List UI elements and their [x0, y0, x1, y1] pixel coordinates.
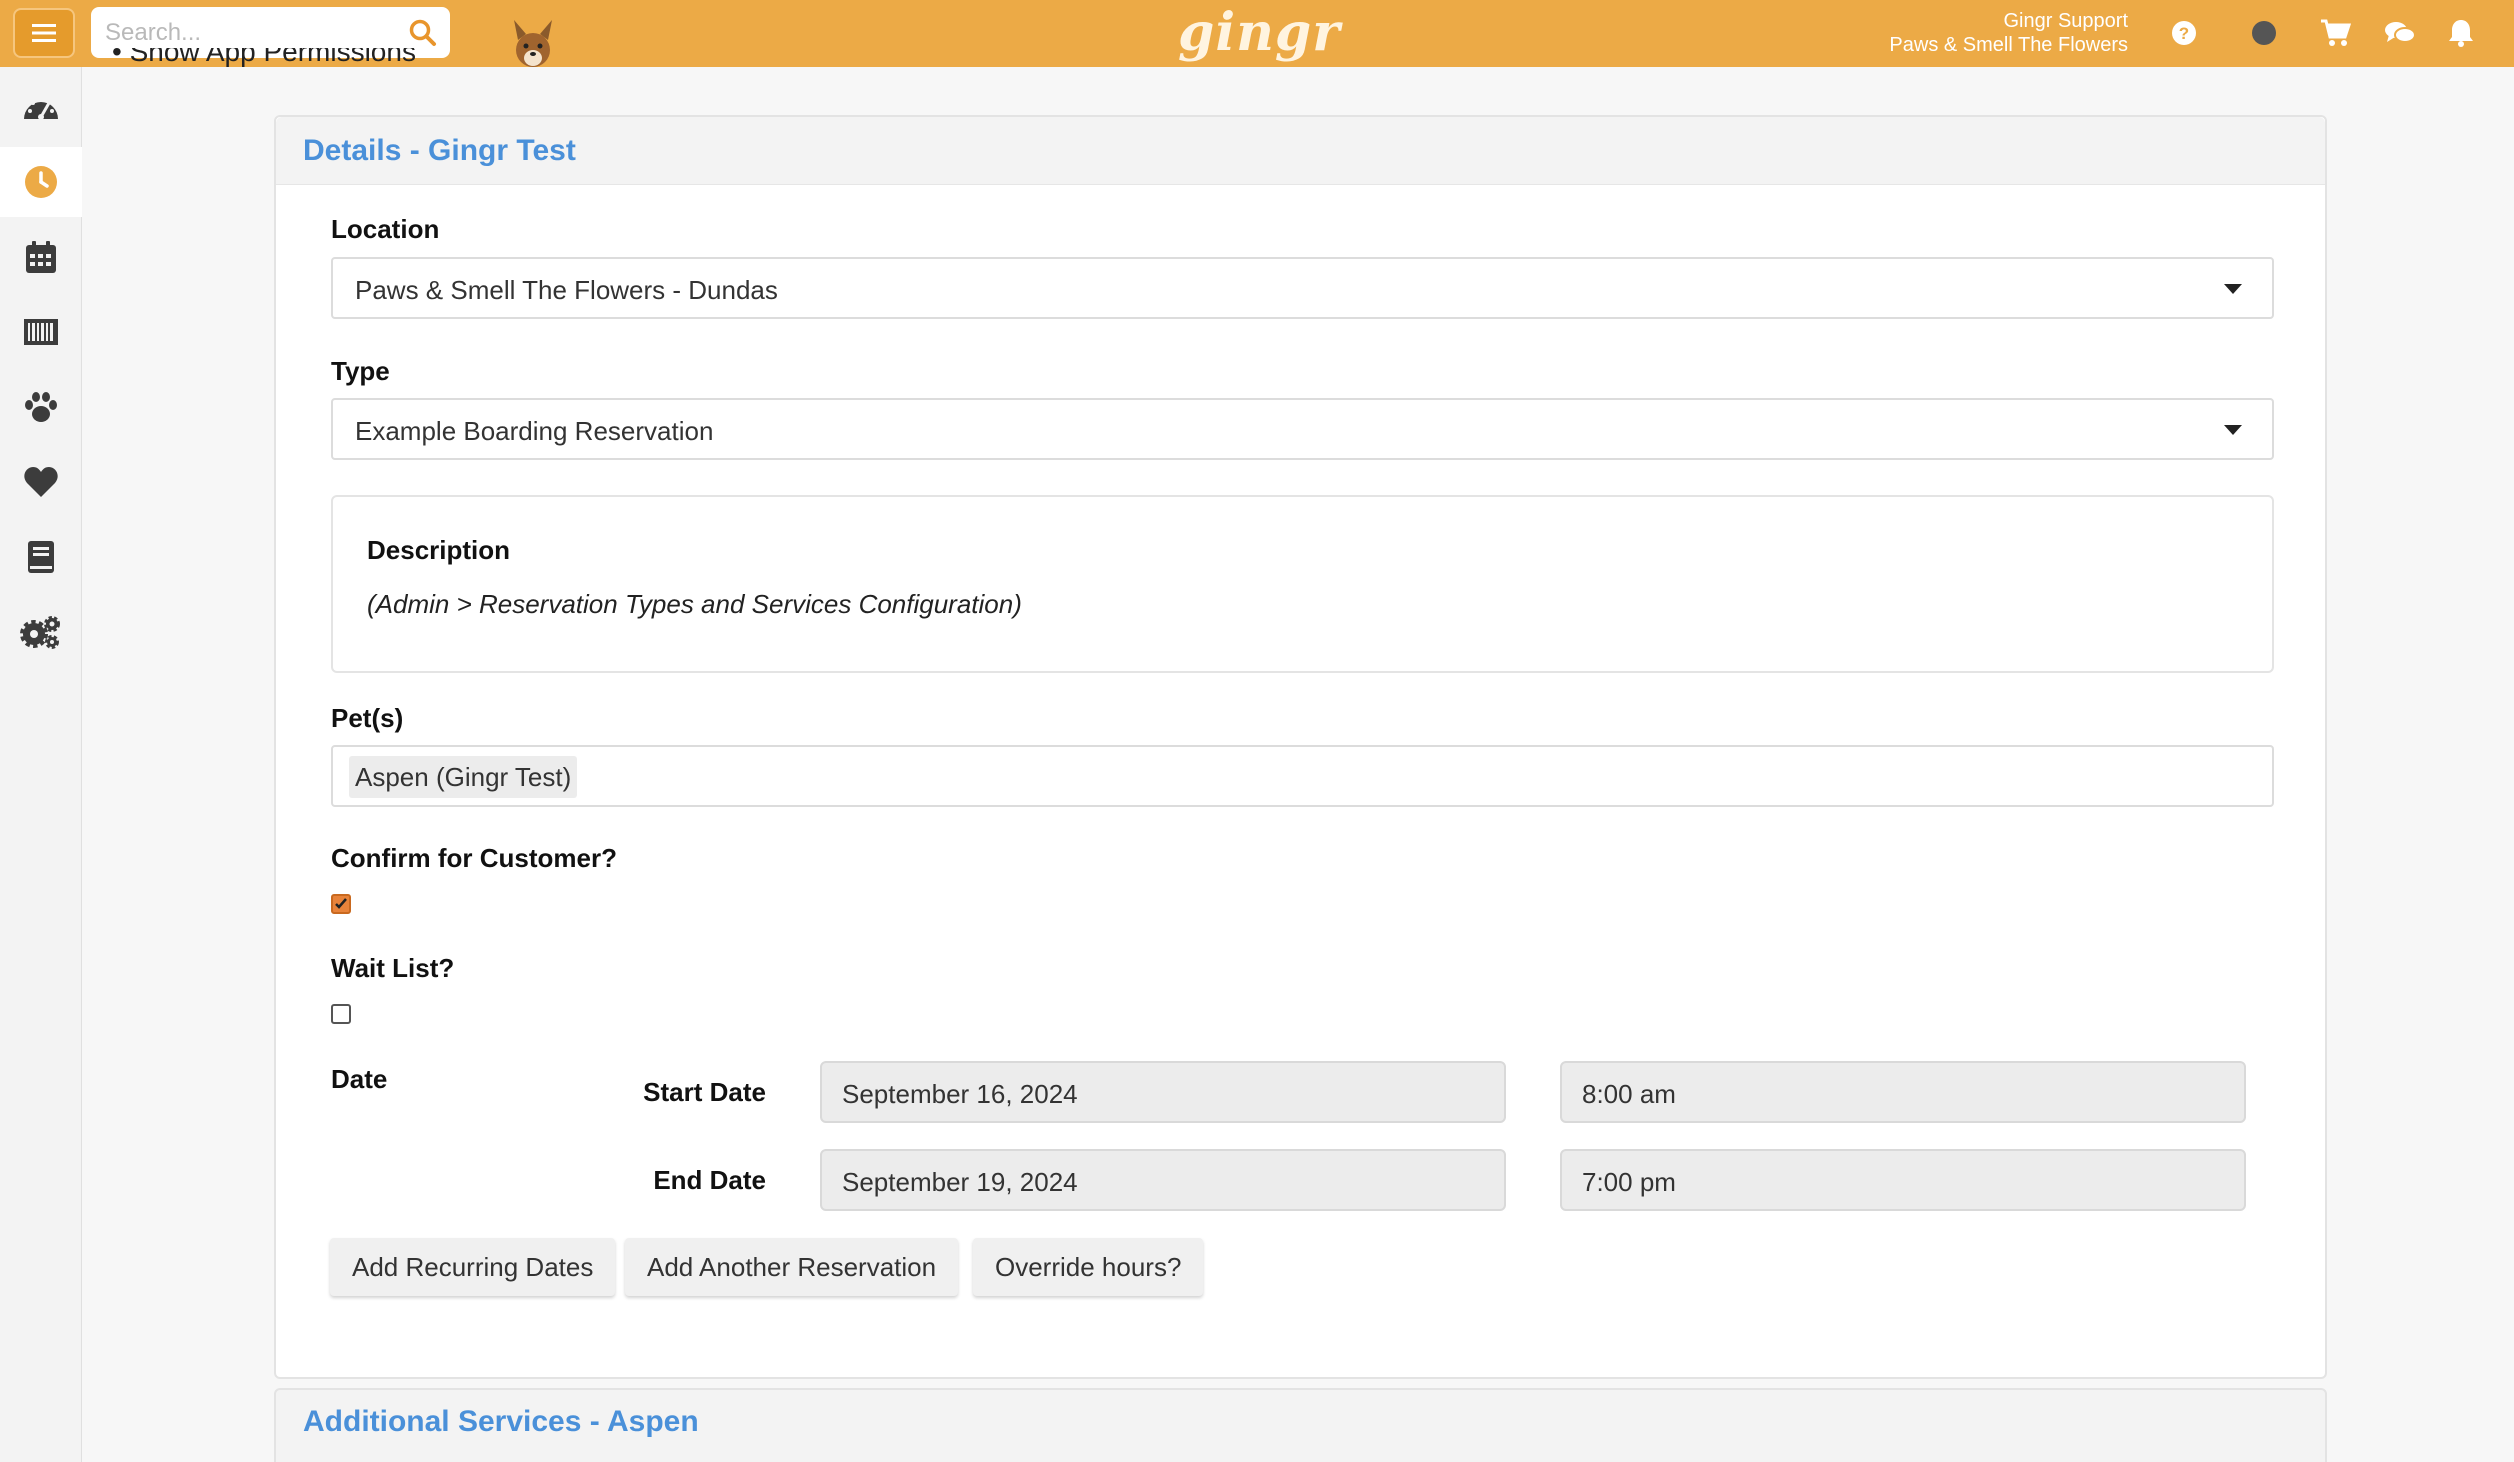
heart-icon: [24, 467, 58, 497]
confirm-checkbox[interactable]: [331, 894, 351, 914]
sidebar-item-dashboard[interactable]: [0, 72, 82, 142]
start-date-value: September 16, 2024: [842, 1079, 1078, 1109]
end-date-value: September 19, 2024: [842, 1167, 1078, 1197]
details-panel-header[interactable]: Details - Gingr Test: [276, 117, 2325, 185]
checkmark-icon: [335, 898, 347, 909]
type-label: Type: [331, 356, 390, 386]
dog-mascot-icon: [514, 20, 552, 67]
sidebar-item-calendar[interactable]: [0, 222, 82, 292]
description-text: (Admin > Reservation Types and Services …: [367, 589, 1022, 619]
end-date-field[interactable]: September 19, 2024: [820, 1149, 1506, 1211]
confirm-label: Confirm for Customer?: [331, 843, 617, 873]
sidebar-item-point-of-sale[interactable]: [0, 297, 82, 367]
start-date-field[interactable]: September 16, 2024: [820, 1061, 1506, 1123]
clock-icon: [25, 166, 57, 198]
chevron-down-icon: [2224, 284, 2242, 294]
end-time-field[interactable]: 7:00 pm: [1560, 1149, 2246, 1211]
user-org: Paws & Smell The Flowers: [1889, 34, 2128, 56]
paw-icon: [25, 392, 57, 422]
location-label: Location: [331, 214, 440, 244]
type-value: Example Boarding Reservation: [355, 416, 714, 446]
additional-services-title: Additional Services - Aspen: [303, 1405, 699, 1438]
pets-input[interactable]: Aspen (Gingr Test): [331, 745, 2274, 807]
end-time-value: 7:00 pm: [1582, 1167, 1676, 1197]
sidebar-item-reports[interactable]: [0, 522, 82, 592]
chat-icon: [2385, 22, 2416, 43]
type-select[interactable]: Example Boarding Reservation: [331, 398, 2274, 460]
sidebar-item-favorites[interactable]: [0, 447, 82, 517]
details-title: Details - Gingr Test: [303, 134, 576, 167]
end-date-label: End Date: [653, 1165, 766, 1195]
cart-button[interactable]: [2318, 16, 2352, 50]
sidebar: [0, 67, 82, 1462]
start-date-label: Start Date: [643, 1077, 766, 1107]
description-box: Description (Admin > Reservation Types a…: [331, 495, 2274, 673]
user-name: Gingr Support: [2003, 10, 2128, 32]
sidebar-item-admin[interactable]: [0, 597, 82, 667]
cart-icon: [2321, 19, 2351, 46]
add-recurring-dates-button[interactable]: Add Recurring Dates: [330, 1238, 616, 1296]
calendar-icon: [26, 241, 56, 273]
pet-chip[interactable]: Aspen (Gingr Test): [349, 756, 578, 798]
menu-icon: [32, 24, 56, 42]
help-button[interactable]: ?: [2167, 16, 2201, 50]
user-info[interactable]: Gingr Support Paws & Smell The Flowers: [1889, 9, 2128, 57]
status-dot-icon: [2252, 21, 2276, 45]
additional-services-panel[interactable]: Additional Services - Aspen: [274, 1388, 2327, 1462]
chevron-down-icon: [2224, 425, 2242, 435]
location-select[interactable]: Paws & Smell The Flowers - Dundas: [331, 257, 2274, 319]
pets-label: Pet(s): [331, 703, 404, 733]
app-permissions-link[interactable]: • Show App Permissions: [112, 48, 416, 68]
svg-text:?: ?: [2179, 24, 2189, 43]
override-hours-button[interactable]: Override hours?: [973, 1238, 1204, 1296]
search-icon[interactable]: [408, 18, 438, 48]
notifications-button[interactable]: [2444, 16, 2478, 50]
gears-icon: [20, 616, 60, 649]
start-time-field[interactable]: 8:00 am: [1560, 1061, 2246, 1123]
start-time-value: 8:00 am: [1582, 1079, 1676, 1109]
status-button[interactable]: [2247, 16, 2281, 50]
hamburger-menu-button[interactable]: [13, 8, 75, 58]
details-panel: Details - Gingr Test Location Paws & Sme…: [274, 115, 2327, 1379]
description-title: Description: [367, 535, 511, 565]
sidebar-item-reservations[interactable]: [0, 147, 82, 217]
waitlist-checkbox[interactable]: [331, 1004, 351, 1024]
add-another-reservation-button[interactable]: Add Another Reservation: [625, 1238, 959, 1296]
app-permissions-text: Show App Permissions: [129, 48, 416, 67]
bell-icon: [2449, 20, 2473, 47]
chat-button[interactable]: [2383, 16, 2417, 50]
book-icon: [28, 541, 54, 573]
sidebar-item-pets[interactable]: [0, 372, 82, 442]
waitlist-label: Wait List?: [331, 953, 455, 983]
help-icon: ?: [2172, 21, 2196, 45]
dashboard-gauge-icon: [23, 98, 58, 120]
location-value: Paws & Smell The Flowers - Dundas: [355, 275, 778, 305]
barcode-icon: [24, 319, 58, 345]
date-label: Date: [331, 1064, 388, 1094]
brand-logo: gingr: [1178, 2, 1341, 63]
